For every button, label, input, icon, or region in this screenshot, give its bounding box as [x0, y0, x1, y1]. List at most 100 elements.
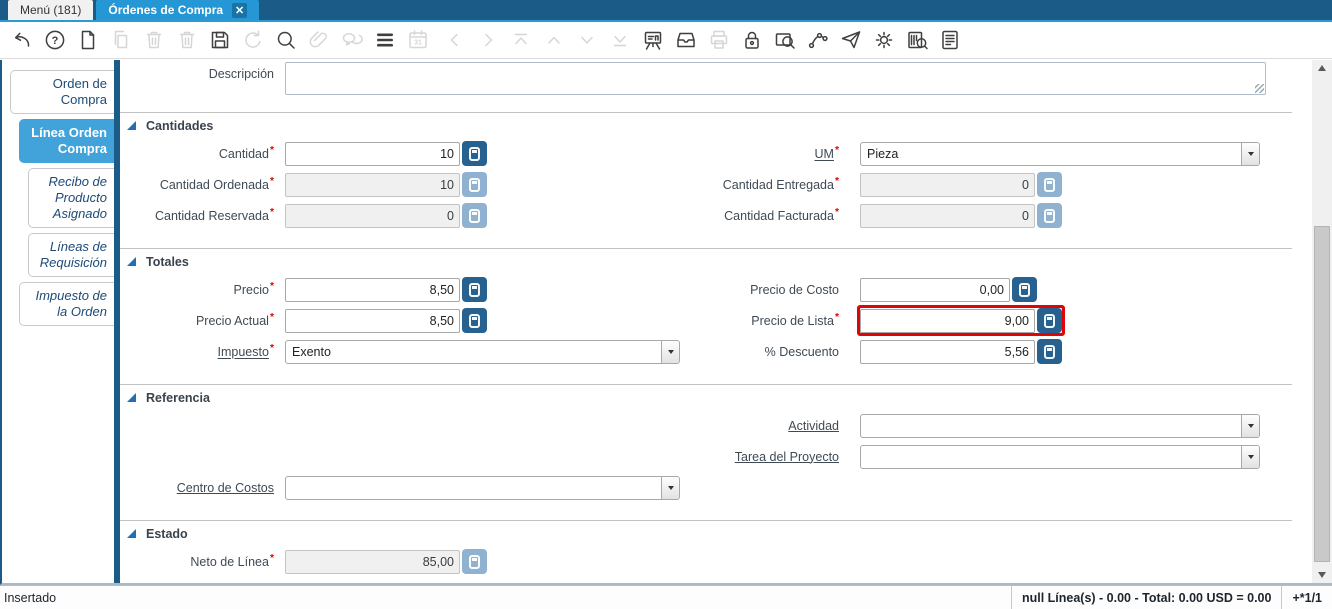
section-header-cantidades[interactable]: Cantidades — [120, 113, 1292, 138]
actividad-combo[interactable] — [860, 413, 1260, 438]
centro-de-costos-zoom-link[interactable]: Centro de Costos — [177, 481, 274, 495]
impuesto-dropdown-button[interactable] — [661, 340, 679, 363]
centro-de-costos-combo[interactable] — [285, 475, 680, 500]
chevron-down-icon — [1247, 423, 1254, 428]
cantidad-entregada-calculator-button — [1037, 172, 1062, 197]
form-row: Actividad — [120, 410, 1292, 441]
tarea-del-proyecto-value — [861, 446, 1241, 468]
tarea-del-proyecto-zoom-link[interactable]: Tarea del Proyecto — [735, 450, 839, 464]
required-mark: * — [269, 281, 274, 293]
form-row: Cantidad Ordenada*Cantidad Entregada* — [120, 169, 1292, 200]
chart-icon[interactable] — [639, 27, 666, 54]
cantidad-label: Cantidad* — [120, 145, 285, 161]
um-value: Pieza — [867, 146, 899, 161]
centro-de-costos-dropdown-button[interactable] — [661, 476, 679, 499]
workflow-icon[interactable] — [804, 27, 831, 54]
um-combo[interactable]: Pieza — [860, 141, 1260, 166]
sidebar-tab-recibo-de-producto-asignado[interactable]: Recibo de Producto Asignado — [28, 168, 114, 228]
precio-actual-calculator-button[interactable] — [462, 308, 487, 333]
form-row: Precio Actual*Precio de Lista* — [120, 305, 1292, 336]
scrollbar-thumb[interactable] — [1314, 226, 1330, 562]
collapse-triangle-icon — [127, 121, 136, 130]
precio-de-costo-calculator-button[interactable] — [1012, 277, 1037, 302]
um-dropdown-button[interactable] — [1241, 142, 1259, 165]
cantidad-reservada-label: Cantidad Reservada* — [120, 207, 285, 223]
um-zoom-link[interactable]: UM — [814, 148, 833, 162]
process-icon[interactable] — [870, 27, 897, 54]
centro-de-costos-label[interactable]: Centro de Costos — [120, 481, 285, 495]
cantidad-reservada-field — [285, 203, 690, 228]
delete-selection-icon — [173, 27, 200, 54]
precio-de-costo-input[interactable] — [860, 277, 1010, 302]
neto-de-linea-label: Neto de Línea* — [120, 553, 285, 569]
sidebar-tab-lineas-de-requisicion[interactable]: Líneas de Requisición — [28, 233, 114, 277]
close-tab-icon[interactable]: ✕ — [232, 2, 248, 18]
tab-ordenes-de-compra[interactable]: Órdenes de Compra ✕ — [96, 0, 260, 20]
save-icon[interactable] — [206, 27, 233, 54]
tarea-del-proyecto-dropdown-button[interactable] — [1241, 445, 1259, 468]
section-header-referencia[interactable]: Referencia — [120, 385, 1292, 410]
sidebar-tab-orden-de-compra[interactable]: Orden de Compra — [10, 70, 114, 114]
neto-de-linea-text: Neto de Línea — [190, 555, 269, 570]
actividad-dropdown-button[interactable] — [1241, 414, 1259, 437]
sidebar-tab-impuesto-de-la-orden[interactable]: Impuesto de la Orden — [19, 282, 114, 326]
actividad-zoom-link[interactable]: Actividad — [788, 419, 839, 433]
cantidad-ordenada-fieldwrap — [285, 172, 487, 197]
section-body: Cantidad*UM*PiezaCantidad Ordenada*Canti… — [120, 138, 1292, 248]
new-record-icon[interactable] — [74, 27, 101, 54]
main-panel: Orden de Compra Línea Orden Compra Recibo … — [0, 60, 1332, 585]
attachment-icon — [305, 27, 332, 54]
precio-actual-input[interactable] — [285, 308, 460, 333]
toggle-grid-icon[interactable] — [371, 27, 398, 54]
precio-calculator-button[interactable] — [462, 277, 487, 302]
help-icon[interactable]: ? — [41, 27, 68, 54]
section-body: Neto de Línea* — [120, 546, 1292, 583]
scroll-down-icon[interactable] — [1312, 567, 1332, 583]
descuento-input[interactable] — [860, 339, 1035, 364]
scroll-up-icon[interactable] — [1312, 60, 1332, 76]
zoom-across-icon[interactable] — [771, 27, 798, 54]
undo-icon[interactable] — [8, 27, 35, 54]
descuento-calculator-button[interactable] — [1037, 339, 1062, 364]
description-textarea[interactable] — [285, 62, 1266, 95]
print-icon — [705, 27, 732, 54]
cantidad-ordenada-label: Cantidad Ordenada* — [120, 176, 285, 192]
precio-de-lista-input[interactable] — [860, 308, 1035, 333]
precio-actual-text: Precio Actual — [195, 314, 269, 329]
tarea-del-proyecto-combo[interactable] — [860, 444, 1260, 469]
tab-menu[interactable]: Menú (181) — [8, 0, 94, 20]
precio-de-lista-calculator-button[interactable] — [1037, 308, 1062, 333]
actividad-label[interactable]: Actividad — [690, 419, 850, 433]
cantidad-calculator-button[interactable] — [462, 141, 487, 166]
precio-de-costo-text: Precio de Costo — [750, 282, 839, 297]
section-header-estado[interactable]: Estado — [120, 521, 1292, 546]
section-body: Precio*Precio de CostoPrecio Actual*Prec… — [120, 274, 1292, 384]
vertical-scrollbar[interactable] — [1312, 60, 1332, 583]
last-record-icon — [606, 27, 633, 54]
resize-handle-icon[interactable] — [1255, 84, 1264, 93]
required-mark: * — [269, 312, 274, 324]
window-tabbar: Menú (181) Órdenes de Compra ✕ — [0, 0, 1332, 22]
find-icon[interactable] — [272, 27, 299, 54]
sidebar-tab-label: Línea Orden Compra — [31, 125, 107, 156]
section-header-totales[interactable]: Totales — [120, 249, 1292, 274]
form-row: Cantidad Reservada*Cantidad Facturada* — [120, 200, 1292, 231]
impuesto-combo[interactable]: Exento — [285, 339, 680, 364]
requests-icon[interactable] — [837, 27, 864, 54]
impuesto-label[interactable]: Impuesto* — [120, 343, 285, 359]
cantidad-ordenada-text: Cantidad Ordenada — [159, 178, 269, 193]
um-label[interactable]: UM* — [690, 145, 850, 161]
sidebar-tab-linea-orden-compra[interactable]: Línea Orden Compra — [19, 119, 114, 163]
archive-icon[interactable] — [672, 27, 699, 54]
impuesto-zoom-link[interactable]: Impuesto — [218, 346, 269, 360]
report-icon[interactable] — [936, 27, 963, 54]
precio-fieldwrap — [285, 277, 487, 302]
collapse-triangle-icon — [127, 529, 136, 538]
lock-icon[interactable] — [738, 27, 765, 54]
record-position: +*1/1 — [1281, 586, 1332, 609]
tarea-del-proyecto-label[interactable]: Tarea del Proyecto — [690, 450, 850, 464]
product-info-icon[interactable] — [903, 27, 930, 54]
cantidad-input[interactable] — [285, 141, 460, 166]
precio-input[interactable] — [285, 277, 460, 302]
calculator-icon — [1019, 282, 1030, 297]
